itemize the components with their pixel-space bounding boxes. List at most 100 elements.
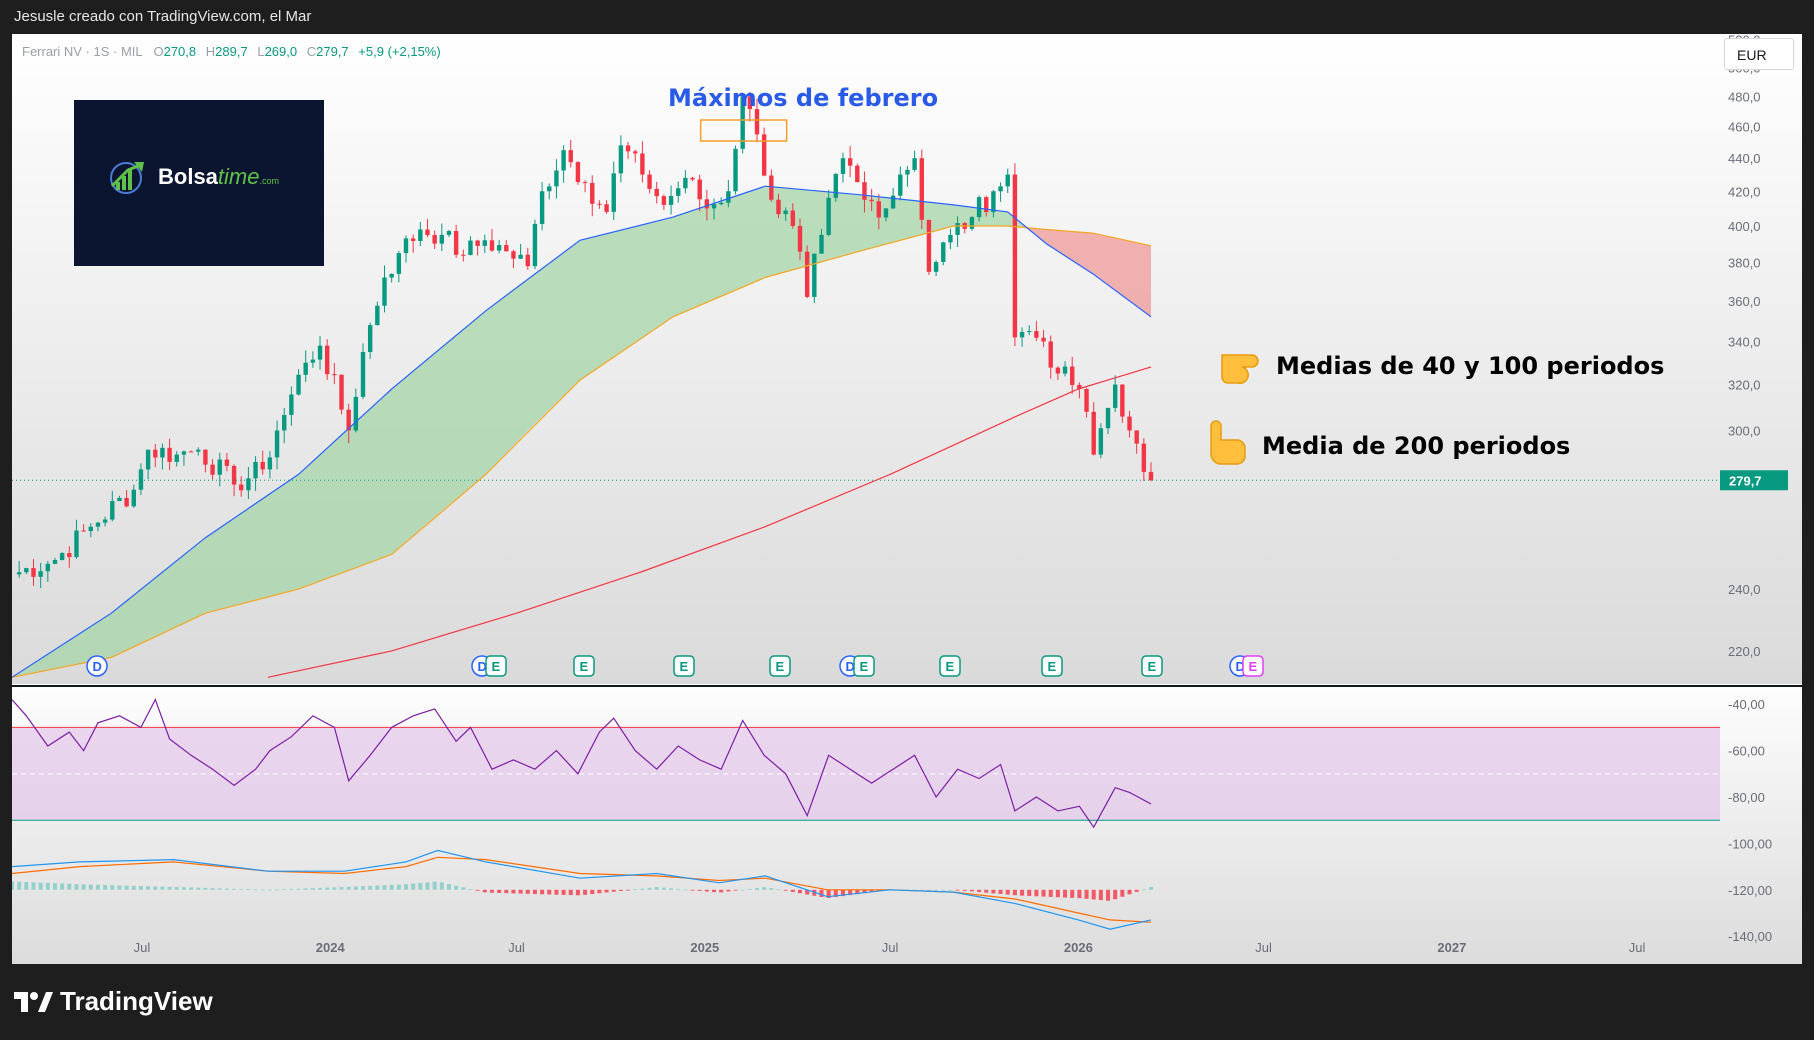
macd-histogram-bar (296, 888, 301, 890)
candle-body (117, 497, 122, 502)
logo-wordmark: Bolsatime.com (158, 164, 279, 190)
candle-body (282, 414, 287, 431)
macd-histogram-bar (1084, 889, 1089, 899)
macd-histogram-bar (1027, 889, 1032, 896)
candle-body (210, 464, 215, 475)
macd-histogram-bar (196, 887, 201, 890)
candle-body (883, 208, 889, 218)
macd-histogram-bar (948, 889, 953, 891)
candle-body (1048, 341, 1053, 368)
macd-histogram-bar (432, 881, 437, 890)
symbol-name: Ferrari NV · 1S · MIL (22, 44, 143, 59)
macd-histogram-bar (275, 889, 280, 891)
macd-histogram-bar (1048, 889, 1053, 897)
dividend-marker: D (86, 655, 108, 677)
candle-body (704, 199, 710, 209)
candle-body (640, 153, 645, 175)
macd-histogram-bar (468, 889, 473, 890)
candle-body (1027, 331, 1032, 333)
candle-body (324, 345, 330, 375)
macd-histogram-bar (24, 882, 29, 890)
candle-body (102, 519, 108, 523)
macd-histogram-bar (454, 885, 459, 890)
candle-body (718, 202, 724, 205)
candle-body (1120, 384, 1125, 417)
candle-body (568, 150, 573, 163)
indicator-axis-tick: -100,00 (1728, 836, 1772, 851)
close-label: C (306, 44, 317, 59)
candle-body (819, 234, 824, 254)
macd-histogram-bar (654, 886, 659, 890)
macd-histogram-bar (117, 885, 122, 890)
currency-selector[interactable]: EUR (1724, 38, 1794, 70)
macd-histogram-bar (167, 886, 172, 890)
chart-area[interactable]: 520,0500,0480,0460,0440,0420,0400,0380,0… (12, 34, 1802, 964)
macd-histogram-bar (1134, 889, 1139, 892)
candle-body (131, 489, 136, 507)
candle-body (145, 449, 151, 470)
macd-histogram-bar (353, 886, 358, 890)
price-axis-tick: 480,0 (1728, 89, 1761, 104)
macd-histogram-bar (962, 889, 967, 891)
candle-body (181, 451, 187, 455)
macd-histogram-bar (418, 882, 423, 890)
candle-body (339, 374, 344, 410)
candle-body (453, 230, 459, 255)
close-value: 279,7 (316, 44, 349, 59)
candle-body (432, 235, 437, 244)
macd-histogram-bar (568, 889, 573, 896)
macd-histogram-bar (998, 889, 1003, 894)
candle-body (1062, 366, 1068, 374)
macd-histogram-bar (189, 887, 194, 890)
macd-histogram-bar (561, 889, 566, 895)
candle-body (160, 447, 165, 458)
macd-histogram-bar (1077, 889, 1082, 899)
macd-histogram-bar (131, 885, 136, 890)
bolsatime-logo: Bolsatime.com (74, 100, 324, 266)
candle-body (38, 571, 43, 577)
macd-histogram-bar (310, 888, 315, 890)
price-axis-tick: 360,0 (1728, 294, 1761, 309)
candle-body (67, 553, 72, 558)
earnings-marker: E (1242, 655, 1264, 677)
macd-histogram-bar (45, 882, 50, 890)
marker-letter: E (1048, 659, 1057, 674)
candle-body (332, 374, 337, 376)
candle-body (690, 177, 695, 180)
candle-body (375, 305, 380, 326)
earnings-marker: E (769, 655, 791, 677)
candle-body (955, 223, 960, 235)
candle-body (604, 204, 609, 212)
price-axis-tick: 340,0 (1728, 334, 1761, 349)
candle-body (683, 177, 688, 189)
candle-body (511, 251, 516, 259)
macd-histogram-bar (597, 889, 602, 894)
time-axis-tick: Jul (134, 940, 151, 955)
candle-body (303, 362, 308, 375)
candle-body (676, 188, 681, 196)
open-value: 270,8 (163, 44, 197, 59)
candle-body (855, 165, 860, 183)
candle-body (188, 451, 194, 453)
macd-histogram-bar (138, 886, 143, 890)
candle-body (697, 179, 702, 200)
macd-histogram-bar (977, 889, 982, 893)
candle-body (804, 251, 810, 297)
candle-body (941, 242, 946, 262)
candle-body (16, 572, 22, 575)
macd-histogram-bar (776, 889, 781, 891)
macd-histogram-bar (640, 888, 645, 890)
price-axis-tick: 300,0 (1728, 423, 1761, 438)
candle-body (554, 170, 559, 187)
candle-body (489, 240, 495, 251)
macd-histogram-bar (318, 887, 323, 890)
macd-histogram-bar (554, 889, 559, 895)
candle-body (124, 497, 129, 507)
macd-histogram-bar (590, 889, 595, 895)
macd-histogram-bar (755, 887, 760, 890)
macd-histogram-bar (425, 882, 430, 890)
candle-body (539, 191, 545, 224)
candle-body (203, 449, 208, 465)
macd-histogram-bar (626, 889, 631, 891)
macd-histogram-bar (389, 884, 394, 890)
